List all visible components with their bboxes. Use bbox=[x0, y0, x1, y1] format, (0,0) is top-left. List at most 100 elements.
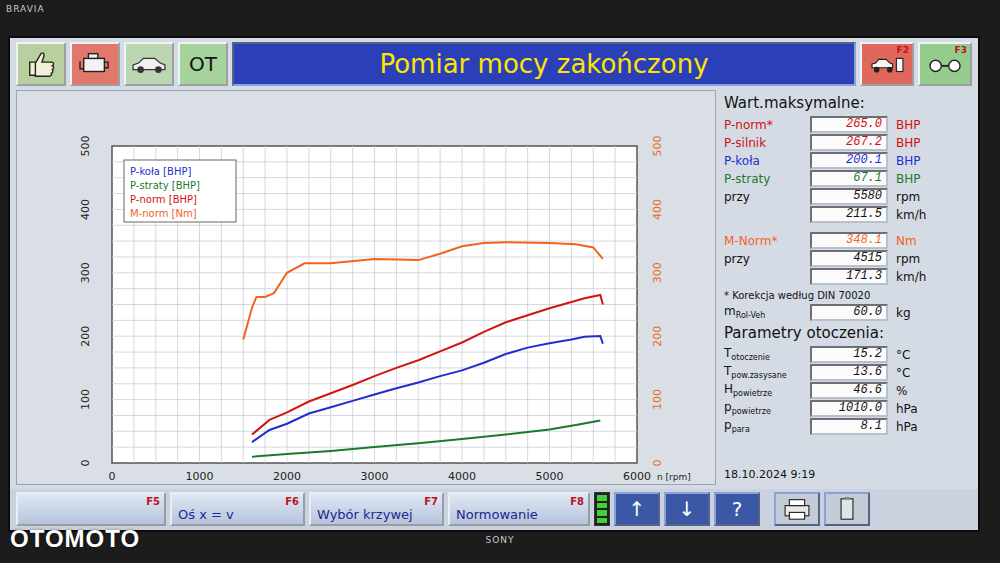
unit: hPa bbox=[888, 420, 918, 434]
button-label: Wybór krzywej bbox=[317, 508, 413, 522]
monitor-maker: SONY bbox=[485, 535, 514, 545]
row-label: przy bbox=[724, 252, 810, 266]
bottom-bar: F5Oś x = vF6 Wybór krzywej F7 Normowanie F8 ↑… bbox=[10, 489, 978, 530]
row-label: Totoczenie bbox=[724, 346, 810, 362]
max-title: Wart.maksymalne: bbox=[724, 92, 968, 116]
unit: BHP bbox=[888, 118, 921, 132]
indicator-segment bbox=[597, 495, 607, 501]
label-sub: otoczenie bbox=[731, 354, 770, 363]
key-label: F7 bbox=[424, 495, 438, 509]
label-text: p bbox=[724, 418, 732, 432]
toolbar-button[interactable]: OT bbox=[178, 42, 228, 86]
y-tick: 100 bbox=[79, 389, 92, 410]
ot-label: OT bbox=[189, 52, 217, 76]
label-sub: para bbox=[732, 426, 750, 435]
function-button[interactable]: Normowanie F8 bbox=[448, 492, 590, 526]
series-line bbox=[252, 295, 603, 435]
value-field: 67.1 bbox=[810, 170, 888, 187]
toolbar-button[interactable] bbox=[124, 42, 174, 86]
chart-panel: 0100200300400500010020030040050001000200… bbox=[16, 90, 716, 485]
indicator-segment bbox=[597, 510, 607, 516]
key-label: F3 bbox=[955, 45, 967, 55]
y2-tick: 300 bbox=[651, 262, 664, 283]
watermark: OTOMOTO bbox=[10, 525, 140, 553]
indicator-segment bbox=[597, 518, 607, 524]
value-row: przy5580rpm bbox=[724, 188, 968, 205]
icon-button[interactable]: ? bbox=[714, 492, 760, 526]
y-tick: 0 bbox=[79, 460, 92, 467]
function-button[interactable]: Wybór krzywej F7 bbox=[309, 492, 444, 526]
x-tick: 2000 bbox=[273, 470, 301, 483]
function-button[interactable]: F5 bbox=[16, 492, 166, 526]
icon-button[interactable]: ↓ bbox=[664, 492, 710, 526]
value-row: ppowietrze1010.0hPa bbox=[724, 400, 968, 417]
value-field: 265.0 bbox=[810, 116, 888, 133]
toolbar-button[interactable] bbox=[16, 42, 66, 86]
status-indicator bbox=[594, 492, 610, 526]
spacer bbox=[724, 224, 968, 232]
unit: % bbox=[888, 384, 907, 398]
label-text: p bbox=[724, 400, 732, 414]
bezel-bottom: SONY bbox=[0, 532, 1000, 563]
toolbar: OT Pomiar mocy zakończony F2 F3 bbox=[10, 38, 978, 90]
y-tick: 200 bbox=[79, 326, 92, 347]
value-row: ppara8.1hPa bbox=[724, 418, 968, 435]
unit: kg bbox=[888, 306, 911, 320]
unit: km/h bbox=[888, 270, 926, 284]
button-label: Oś x = v bbox=[178, 508, 234, 522]
row-label: Tpow.zasysane bbox=[724, 364, 810, 380]
legend-item: P-koła [BHP] bbox=[130, 166, 191, 177]
row-label: ppara bbox=[724, 418, 810, 434]
value-field: 15.2 bbox=[810, 346, 888, 363]
icon-button[interactable]: ↑ bbox=[614, 492, 660, 526]
value-field: 1010.0 bbox=[810, 400, 888, 417]
value-field: 211.5 bbox=[810, 206, 888, 223]
icon-button[interactable] bbox=[774, 492, 820, 526]
x-tick: 5000 bbox=[536, 470, 564, 483]
row-label: P-koła bbox=[724, 154, 810, 168]
function-button[interactable]: F2 bbox=[860, 42, 914, 86]
value-field: 5580 bbox=[810, 188, 888, 205]
row-label: przy bbox=[724, 190, 810, 204]
label-text: P-norm* bbox=[724, 118, 773, 132]
x-tick: 4000 bbox=[448, 470, 476, 483]
legend-item: M-norm [Nm] bbox=[130, 208, 197, 219]
unit: km/h bbox=[888, 208, 926, 222]
car-icon bbox=[130, 49, 168, 79]
label-text: P-straty bbox=[724, 172, 770, 186]
value-field: 348.1 bbox=[810, 232, 888, 249]
y-tick: 300 bbox=[79, 262, 92, 283]
icon-button[interactable] bbox=[824, 492, 870, 526]
button-glyph: ? bbox=[732, 497, 743, 521]
key-label: F8 bbox=[570, 495, 584, 509]
bezel-top: BRAVIA bbox=[0, 0, 1000, 36]
env-title: Parametry otoczenia: bbox=[724, 322, 968, 346]
value-row: Tpow.zasysane13.6°C bbox=[724, 364, 968, 381]
y2-tick: 400 bbox=[651, 199, 664, 220]
function-button[interactable]: F3 bbox=[918, 42, 972, 86]
unit: BHP bbox=[888, 154, 921, 168]
function-button[interactable]: Oś x = vF6 bbox=[170, 492, 305, 526]
window-title: Pomiar mocy zakończony bbox=[379, 49, 708, 79]
value-field: 46.6 bbox=[810, 382, 888, 399]
row-label: P-norm* bbox=[724, 118, 810, 132]
thumb-icon bbox=[22, 49, 60, 79]
y2-tick: 200 bbox=[651, 326, 664, 347]
main-area: 0100200300400500010020030040050001000200… bbox=[10, 90, 978, 489]
value-row: przy4515rpm bbox=[724, 250, 968, 267]
toolbar-button[interactable] bbox=[70, 42, 120, 86]
label-text: P-silnik bbox=[724, 136, 766, 150]
row-label: M-Norm* bbox=[724, 234, 810, 248]
indicator-segment bbox=[597, 503, 607, 509]
button-label: Normowanie bbox=[456, 508, 538, 522]
key-label: F2 bbox=[897, 45, 909, 55]
value-row: P-silnik267.2BHP bbox=[724, 134, 968, 151]
value-row: M-Norm*348.1Nm bbox=[724, 232, 968, 249]
value-row: P-straty67.1BHP bbox=[724, 170, 968, 187]
unit: BHP bbox=[888, 136, 921, 150]
value-row: P-koła200.1BHP bbox=[724, 152, 968, 169]
value-row: 211.5km/h bbox=[724, 206, 968, 223]
label-sub: powietrze bbox=[732, 408, 771, 417]
unit: rpm bbox=[888, 252, 920, 266]
unit: °C bbox=[888, 366, 910, 380]
